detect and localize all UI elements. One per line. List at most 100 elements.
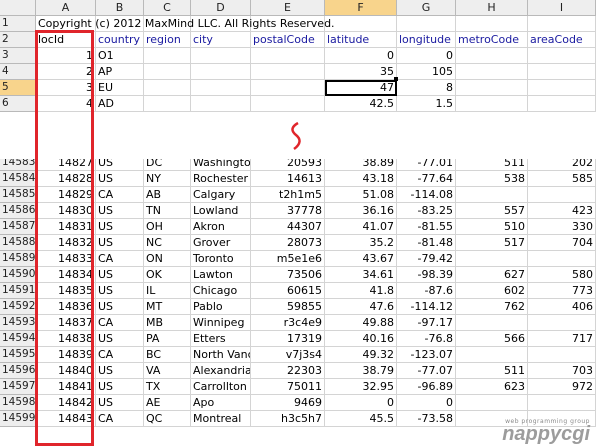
table-cell[interactable] — [456, 16, 528, 32]
row-header[interactable]: 14598 — [0, 395, 36, 411]
table-cell[interactable]: 32.95 — [325, 379, 397, 395]
table-cell[interactable]: Alexandria — [191, 363, 251, 379]
table-cell[interactable] — [191, 48, 251, 64]
table-cell[interactable]: 43.18 — [325, 171, 397, 187]
table-cell[interactable]: US — [96, 395, 144, 411]
table-cell[interactable]: 44307 — [251, 219, 325, 235]
table-cell[interactable] — [528, 315, 596, 331]
table-cell[interactable] — [325, 16, 397, 32]
field-header-cell[interactable]: region — [144, 32, 191, 48]
table-cell[interactable] — [528, 395, 596, 411]
table-cell[interactable] — [456, 96, 528, 112]
table-cell[interactable]: -97.17 — [397, 315, 456, 331]
column-header-f[interactable]: F — [325, 0, 397, 16]
row-header[interactable]: 14586 — [0, 203, 36, 219]
table-cell[interactable]: US — [96, 235, 144, 251]
table-cell[interactable]: TN — [144, 203, 191, 219]
table-cell[interactable]: 22303 — [251, 363, 325, 379]
table-cell[interactable]: US — [96, 171, 144, 187]
table-cell[interactable]: Chicago — [191, 283, 251, 299]
table-cell[interactable]: Montreal — [191, 411, 251, 427]
table-cell[interactable]: OK — [144, 267, 191, 283]
table-cell[interactable]: OH — [144, 219, 191, 235]
table-cell[interactable]: 330 — [528, 219, 596, 235]
row-header[interactable]: 14595 — [0, 347, 36, 363]
table-cell[interactable]: BC — [144, 347, 191, 363]
table-cell[interactable]: 8 — [397, 80, 456, 96]
table-cell[interactable] — [528, 187, 596, 203]
table-cell[interactable]: 60615 — [251, 283, 325, 299]
table-cell[interactable]: Rochester — [191, 171, 251, 187]
table-cell[interactable]: 0 — [325, 395, 397, 411]
table-cell[interactable]: VA — [144, 363, 191, 379]
table-cell[interactable]: 0 — [397, 48, 456, 64]
table-cell[interactable] — [191, 80, 251, 96]
table-cell[interactable]: -81.55 — [397, 219, 456, 235]
table-cell[interactable]: 773 — [528, 283, 596, 299]
table-cell[interactable]: 14613 — [251, 171, 325, 187]
row-header[interactable]: 4 — [0, 64, 36, 80]
table-cell[interactable]: 9469 — [251, 395, 325, 411]
table-cell[interactable]: v7j3s4 — [251, 347, 325, 363]
table-cell[interactable]: US — [96, 283, 144, 299]
table-cell[interactable] — [397, 16, 456, 32]
table-cell[interactable] — [528, 48, 596, 64]
column-header-a[interactable]: A — [36, 0, 96, 16]
table-cell[interactable]: 704 — [528, 235, 596, 251]
table-cell[interactable] — [191, 96, 251, 112]
table-cell[interactable]: 406 — [528, 299, 596, 315]
table-cell[interactable]: 585 — [528, 171, 596, 187]
column-header-c[interactable]: C — [144, 0, 191, 16]
row-header[interactable]: 14584 — [0, 171, 36, 187]
row-header[interactable]: 5 — [0, 80, 36, 96]
table-cell[interactable]: 49.88 — [325, 315, 397, 331]
row-header[interactable]: 14591 — [0, 283, 36, 299]
row-header[interactable]: 14599 — [0, 411, 36, 427]
column-header-d[interactable]: D — [191, 0, 251, 16]
table-cell[interactable]: 35.2 — [325, 235, 397, 251]
table-cell[interactable]: 35 — [325, 64, 397, 80]
table-cell[interactable]: 0 — [397, 395, 456, 411]
table-cell[interactable]: 557 — [456, 203, 528, 219]
table-cell[interactable]: 1.5 — [397, 96, 456, 112]
table-cell[interactable]: 51.08 — [325, 187, 397, 203]
table-cell[interactable]: AE — [144, 395, 191, 411]
table-cell[interactable]: 423 — [528, 203, 596, 219]
table-cell[interactable] — [251, 64, 325, 80]
table-cell[interactable] — [528, 16, 596, 32]
table-cell[interactable] — [191, 64, 251, 80]
row-header[interactable]: 14596 — [0, 363, 36, 379]
row-header[interactable]: 14593 — [0, 315, 36, 331]
row-header[interactable]: 14585 — [0, 187, 36, 203]
table-cell[interactable] — [456, 395, 528, 411]
column-header-e[interactable]: E — [251, 0, 325, 16]
field-header-cell[interactable]: city — [191, 32, 251, 48]
table-cell[interactable]: r3c4e9 — [251, 315, 325, 331]
table-cell[interactable]: -77.07 — [397, 363, 456, 379]
table-cell[interactable]: CA — [96, 187, 144, 203]
table-cell[interactable] — [456, 187, 528, 203]
table-cell[interactable]: -81.48 — [397, 235, 456, 251]
table-cell[interactable]: 703 — [528, 363, 596, 379]
row-header[interactable]: 2 — [0, 32, 36, 48]
table-cell[interactable]: 566 — [456, 331, 528, 347]
row-header[interactable]: 14597 — [0, 379, 36, 395]
row-header[interactable]: 14590 — [0, 267, 36, 283]
table-cell[interactable]: 105 — [397, 64, 456, 80]
table-cell[interactable]: 47.6 — [325, 299, 397, 315]
column-header-i[interactable]: I — [528, 0, 596, 16]
column-header-h[interactable]: H — [456, 0, 528, 16]
table-cell[interactable] — [528, 96, 596, 112]
row-header[interactable]: 14594 — [0, 331, 36, 347]
table-cell[interactable] — [528, 347, 596, 363]
table-cell[interactable]: Calgary — [191, 187, 251, 203]
table-cell[interactable]: Grover — [191, 235, 251, 251]
active-cell[interactable]: 47 — [325, 80, 397, 96]
table-cell[interactable]: 538 — [456, 171, 528, 187]
table-cell[interactable]: 73506 — [251, 267, 325, 283]
table-cell[interactable]: 511 — [456, 363, 528, 379]
table-cell[interactable]: 17319 — [251, 331, 325, 347]
table-cell[interactable]: Lowland — [191, 203, 251, 219]
table-cell[interactable] — [456, 64, 528, 80]
table-cell[interactable] — [528, 251, 596, 267]
